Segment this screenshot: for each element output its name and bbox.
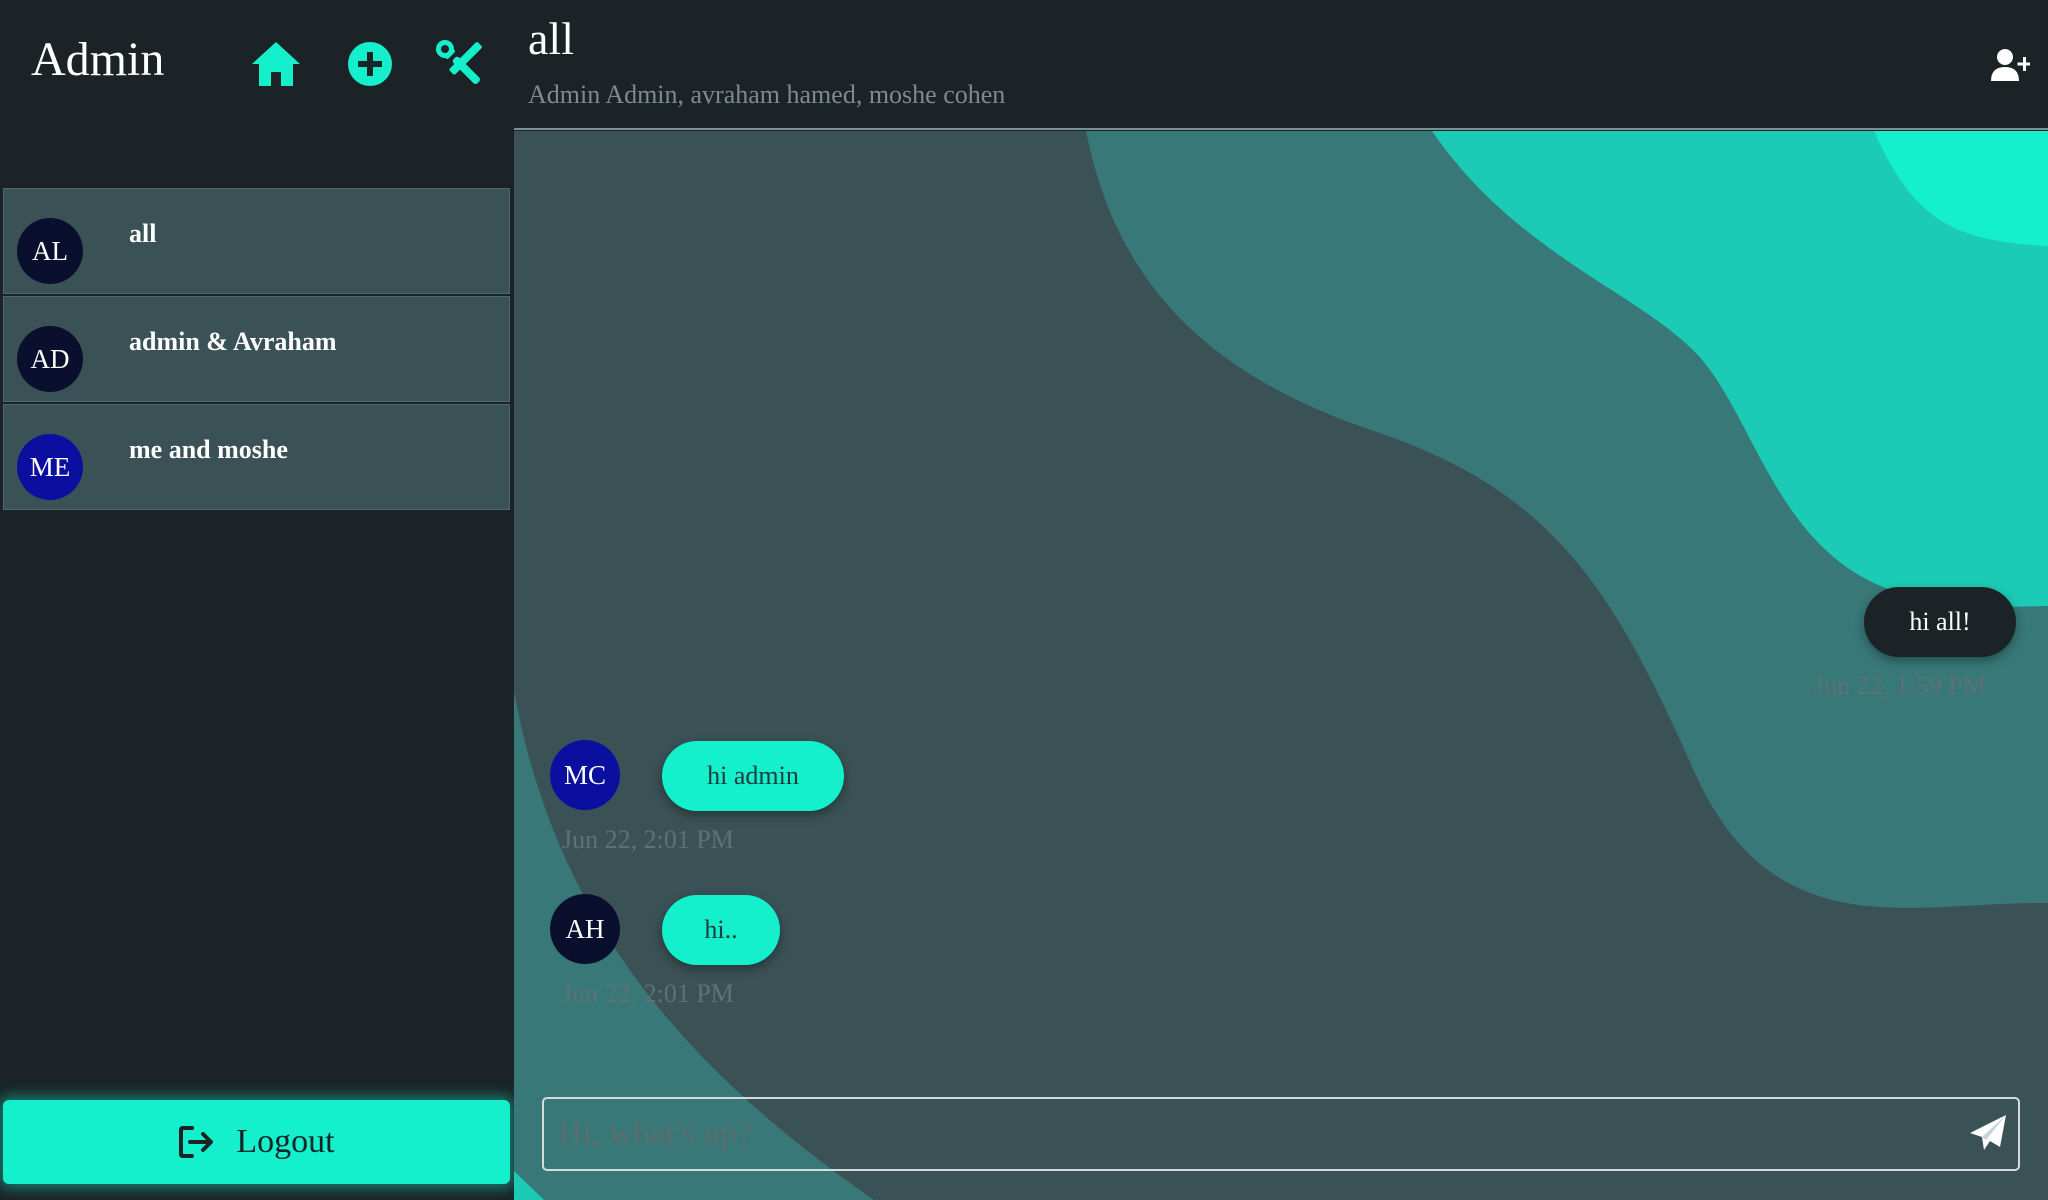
chat-name: me and moshe: [129, 435, 288, 464]
chat-name: admin & Avraham: [129, 327, 337, 356]
avatar: AD: [17, 326, 83, 392]
message-bubble: hi..: [662, 895, 780, 965]
sidebar-header: Admin: [0, 0, 512, 125]
logout-label: Logout: [236, 1123, 335, 1160]
chat-members: Admin Admin, avraham hamed, moshe cohen: [528, 80, 1006, 109]
logout-button[interactable]: Logout: [3, 1100, 510, 1184]
chat-item-me-and-moshe[interactable]: ME me and moshe: [3, 404, 510, 510]
tools-icon[interactable]: [434, 38, 486, 90]
paper-plane-icon[interactable]: [1968, 1113, 2008, 1153]
chat-item-admin-avraham[interactable]: AD admin & Avraham: [3, 296, 510, 402]
message-input-box: [542, 1097, 2020, 1171]
chat-header: all Admin Admin, avraham hamed, moshe co…: [514, 0, 2048, 130]
chat-title: all: [528, 13, 574, 64]
message-time: Jun 22, 2:01 PM: [562, 825, 734, 854]
home-icon[interactable]: [250, 38, 302, 90]
message-bubble: hi admin: [662, 741, 844, 811]
avatar: AH: [550, 894, 620, 964]
message-bubble: hi all!: [1864, 587, 2016, 657]
logout-icon: [179, 1126, 214, 1158]
background-waves: [514, 131, 2048, 1200]
message-input[interactable]: [544, 1099, 1944, 1169]
app-title: Admin: [31, 33, 165, 86]
avatar: MC: [550, 740, 620, 810]
avatar: ME: [17, 434, 83, 500]
add-circle-icon[interactable]: [344, 38, 396, 90]
avatar: AL: [17, 218, 83, 284]
chat-item-all[interactable]: AL all: [3, 188, 510, 294]
message-time: Jun 22, 2:01 PM: [562, 979, 734, 1008]
message-time: Jun 22, 1:59 PM: [1814, 671, 1986, 700]
user-plus-icon[interactable]: [1990, 48, 2030, 82]
sidebar: Admin AL all AD admin & Avraham ME me an…: [0, 0, 512, 1200]
chat-messages[interactable]: hi all! Jun 22, 1:59 PM MC hi admin Jun …: [514, 131, 2048, 1200]
chat-panel: all Admin Admin, avraham hamed, moshe co…: [514, 0, 2048, 1200]
chat-name: all: [129, 219, 157, 248]
chat-list: AL all AD admin & Avraham ME me and mosh…: [3, 188, 510, 512]
